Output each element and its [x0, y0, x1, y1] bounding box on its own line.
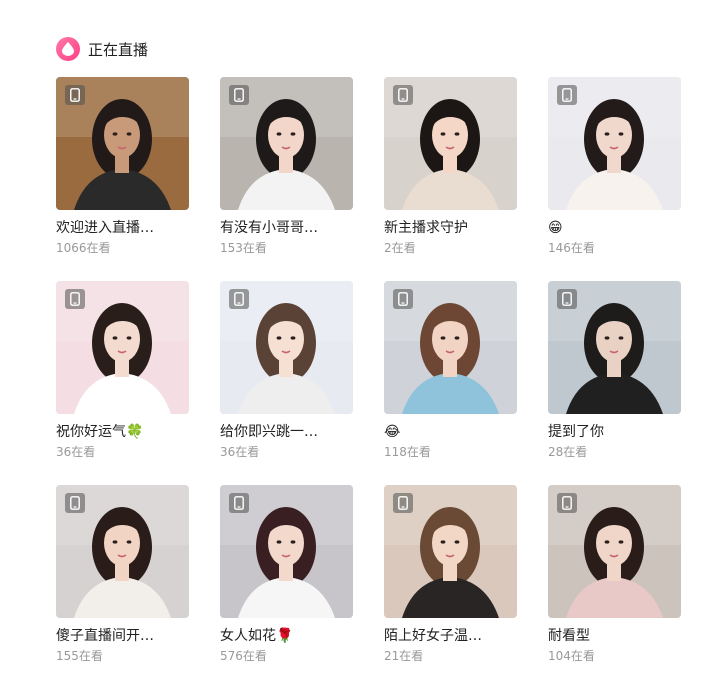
- room-thumbnail[interactable]: [548, 485, 681, 618]
- viewer-count: 153 在看: [220, 240, 353, 256]
- viewer-count-suffix: 在看: [242, 649, 267, 663]
- viewer-count-number: 1066: [56, 241, 87, 255]
- live-room-card[interactable]: 提到了你 28 在看: [548, 281, 681, 485]
- live-room-card[interactable]: 祝你好运气🍀 36 在看: [56, 281, 189, 485]
- viewer-count-number: 2: [384, 241, 392, 255]
- viewer-count: 2 在看: [384, 240, 517, 256]
- room-title[interactable]: 给你即兴跳一…: [220, 422, 353, 442]
- live-room-card[interactable]: 😂 118 在看: [384, 281, 517, 485]
- viewer-count-suffix: 在看: [570, 241, 595, 255]
- room-thumbnail[interactable]: [384, 281, 517, 414]
- viewer-count-number: 146: [548, 241, 571, 255]
- viewer-count: 36 在看: [56, 444, 189, 460]
- live-room-card[interactable]: 😁 146 在看: [548, 77, 681, 281]
- viewer-count: 146 在看: [548, 240, 681, 256]
- room-title[interactable]: 有没有小哥哥…: [220, 218, 353, 238]
- live-drop-icon: [56, 37, 80, 61]
- viewer-count-suffix: 在看: [391, 241, 416, 255]
- mobile-stream-icon: [557, 289, 577, 309]
- viewer-count-suffix: 在看: [235, 445, 260, 459]
- mobile-stream-icon: [65, 493, 85, 513]
- viewer-count-number: 28: [548, 445, 564, 459]
- viewer-count: 1066 在看: [56, 240, 189, 256]
- mobile-stream-icon: [393, 85, 413, 105]
- mobile-stream-icon: [229, 289, 249, 309]
- viewer-count-suffix: 在看: [570, 649, 595, 663]
- viewer-count-suffix: 在看: [399, 649, 424, 663]
- room-title[interactable]: 欢迎进入直播…: [56, 218, 189, 238]
- room-thumbnail[interactable]: [220, 281, 353, 414]
- mobile-stream-icon: [557, 493, 577, 513]
- viewer-count: 36 在看: [220, 444, 353, 460]
- room-thumbnail[interactable]: [56, 77, 189, 210]
- live-room-grid: 欢迎进入直播… 1066 在看 有没有小哥哥… 153 在看 新主播求守护 2 在看 😁 146 在看…: [56, 77, 684, 689]
- mobile-stream-icon: [229, 85, 249, 105]
- section-header: 正在直播: [56, 35, 148, 63]
- room-thumbnail[interactable]: [384, 485, 517, 618]
- room-title[interactable]: 提到了你: [548, 422, 681, 442]
- mobile-stream-icon: [229, 493, 249, 513]
- room-thumbnail[interactable]: [220, 485, 353, 618]
- room-title[interactable]: 😂: [384, 422, 517, 442]
- viewer-count: 118 在看: [384, 444, 517, 460]
- live-room-card[interactable]: 欢迎进入直播… 1066 在看: [56, 77, 189, 281]
- viewer-count-number: 155: [56, 649, 79, 663]
- room-title[interactable]: 傻子直播间开…: [56, 626, 189, 646]
- viewer-count: 576 在看: [220, 648, 353, 664]
- room-thumbnail[interactable]: [56, 485, 189, 618]
- live-room-card[interactable]: 耐看型 104 在看: [548, 485, 681, 689]
- viewer-count: 104 在看: [548, 648, 681, 664]
- room-thumbnail[interactable]: [220, 77, 353, 210]
- mobile-stream-icon: [557, 85, 577, 105]
- viewer-count-number: 153: [220, 241, 243, 255]
- viewer-count: 21 在看: [384, 648, 517, 664]
- viewer-count-number: 36: [56, 445, 72, 459]
- live-room-card[interactable]: 陌上好女子温… 21 在看: [384, 485, 517, 689]
- mobile-stream-icon: [65, 289, 85, 309]
- viewer-count-number: 21: [384, 649, 400, 663]
- room-title[interactable]: 祝你好运气🍀: [56, 422, 189, 442]
- room-thumbnail[interactable]: [548, 281, 681, 414]
- mobile-stream-icon: [393, 493, 413, 513]
- room-thumbnail[interactable]: [56, 281, 189, 414]
- live-room-card[interactable]: 新主播求守护 2 在看: [384, 77, 517, 281]
- room-title[interactable]: 女人如花🌹: [220, 626, 353, 646]
- section-title: 正在直播: [88, 40, 149, 59]
- live-room-card[interactable]: 女人如花🌹 576 在看: [220, 485, 353, 689]
- viewer-count-suffix: 在看: [563, 445, 588, 459]
- mobile-stream-icon: [65, 85, 85, 105]
- viewer-count-number: 104: [548, 649, 571, 663]
- viewer-count-suffix: 在看: [242, 241, 267, 255]
- room-title[interactable]: 陌上好女子温…: [384, 626, 517, 646]
- live-room-card[interactable]: 给你即兴跳一… 36 在看: [220, 281, 353, 485]
- viewer-count: 28 在看: [548, 444, 681, 460]
- viewer-count: 155 在看: [56, 648, 189, 664]
- live-room-card[interactable]: 傻子直播间开… 155 在看: [56, 485, 189, 689]
- viewer-count-suffix: 在看: [406, 445, 431, 459]
- viewer-count-suffix: 在看: [78, 649, 103, 663]
- mobile-stream-icon: [393, 289, 413, 309]
- viewer-count-number: 576: [220, 649, 243, 663]
- viewer-count-suffix: 在看: [86, 241, 111, 255]
- room-title[interactable]: 新主播求守护: [384, 218, 517, 238]
- room-title[interactable]: 😁: [548, 218, 681, 238]
- room-title[interactable]: 耐看型: [548, 626, 681, 646]
- room-thumbnail[interactable]: [548, 77, 681, 210]
- viewer-count-suffix: 在看: [71, 445, 96, 459]
- viewer-count-number: 36: [220, 445, 236, 459]
- viewer-count-number: 118: [384, 445, 407, 459]
- room-thumbnail[interactable]: [384, 77, 517, 210]
- live-room-card[interactable]: 有没有小哥哥… 153 在看: [220, 77, 353, 281]
